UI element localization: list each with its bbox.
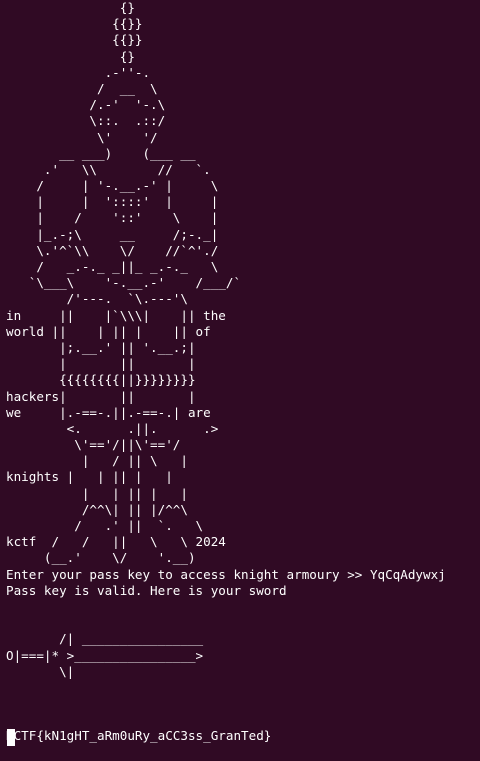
terminal-line: {{}} — [6, 16, 143, 32]
terminal-line: (__.' \/ '.__) — [6, 550, 196, 566]
terminal-line: __ ___) (___ __ — [6, 145, 196, 161]
terminal-line: Enter your pass key to access knight arm… — [6, 566, 446, 582]
terminal-line: in || |`\\\| || the — [6, 307, 226, 323]
terminal-line: KCTF{kN1gHT_aRm0uRy_aCC3ss_GranTed} — [6, 728, 272, 744]
terminal-line: \::. .::/ — [6, 113, 166, 129]
terminal-line: {{{{{{{{||}}}}}}}} — [6, 372, 196, 388]
terminal-line: | || | — [6, 356, 196, 372]
terminal-line: world || | || | || of — [6, 323, 211, 339]
terminal-line: | | || | | — [6, 485, 188, 501]
terminal-line: \'=='/||\'=='/ — [6, 437, 181, 453]
terminal-line: we |.-==-.||.-==-.| are — [6, 404, 211, 420]
terminal-line: | / '::' \ | — [6, 210, 219, 226]
terminal-line: hackers| || | — [6, 388, 196, 404]
terminal-line: \' '/ — [6, 129, 158, 145]
terminal-cursor — [7, 729, 15, 746]
terminal-line: / _.-._ _||_ _.-._ \ — [6, 259, 219, 274]
terminal-line: / .' || `. \ — [6, 518, 204, 533]
terminal-line: /^^\| || |/^^\ — [6, 501, 188, 517]
terminal-line: <. .||. .> — [6, 420, 219, 436]
terminal-line: {} — [6, 48, 135, 64]
terminal-line: /'---. `\.---'\ — [6, 291, 188, 307]
terminal-line: .-''-. — [6, 64, 151, 80]
terminal-line: |;.__.' || '.__.;| — [6, 339, 196, 355]
terminal-line: kctf / / || \ \ 2024 — [6, 534, 226, 550]
terminal-line: / | '-.__.-' | \ — [6, 178, 219, 194]
terminal-line: \.'^`\\ \/ //`^'./ — [6, 242, 219, 258]
terminal-line: `\___\ '-.__.-' /___/` — [6, 275, 242, 291]
terminal-line: /.-' '-.\ — [6, 97, 166, 113]
terminal-line: knights | | || | | — [6, 469, 173, 485]
terminal-line: | / || \ | — [6, 453, 188, 469]
terminal-line: \| — [6, 663, 75, 679]
terminal-line: Pass key is valid. Here is your sword — [6, 582, 287, 598]
terminal-line: .' \\ // `. — [6, 161, 211, 177]
terminal-line: O|===|* >________________> — [6, 647, 204, 663]
terminal-line: |_.-;\ __ /;-._| — [6, 226, 219, 242]
terminal-line: | | '::::' | | — [6, 194, 219, 210]
terminal-line: / __ \ — [6, 80, 158, 96]
terminal-line: {{}} — [6, 32, 143, 48]
terminal-output: {} {{}} {{}} {} .-''-. / __ \ /.-' '-.\ … — [6, 0, 480, 745]
terminal-line: /| ________________ — [6, 631, 204, 647]
terminal-window[interactable]: {} {{}} {{}} {} .-''-. / __ \ /.-' '-.\ … — [0, 0, 480, 761]
terminal-line: {} — [6, 0, 135, 15]
